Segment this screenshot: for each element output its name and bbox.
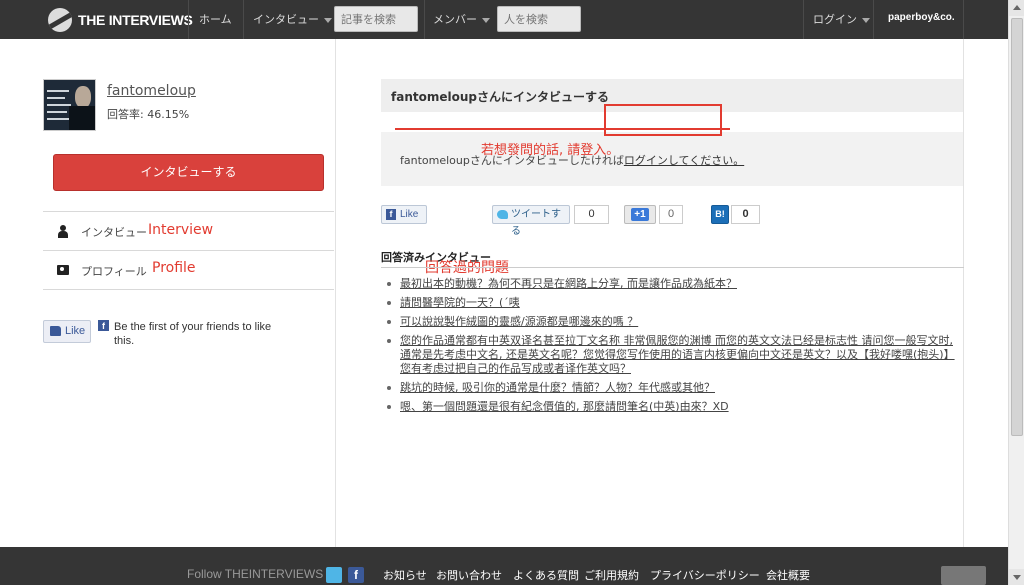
nav-interview-label: インタビュー — [253, 13, 319, 26]
facebook-like-small-button[interactable]: f Like — [381, 205, 427, 224]
footer-link-faq[interactable]: よくある質問 — [513, 567, 579, 583]
nav-member-label: メンバー — [433, 13, 477, 26]
scroll-down-icon[interactable] — [1009, 569, 1024, 585]
nav-divider — [873, 0, 874, 39]
annotation-profile: Profile — [152, 260, 196, 276]
sidebar-item-profile[interactable]: プロフィール Profile — [43, 251, 334, 289]
footer-link-privacy[interactable]: プライバシーポリシー — [650, 567, 760, 583]
login-dropdown[interactable]: ログイン — [813, 0, 870, 39]
tweet-label: ツイートする — [511, 209, 561, 237]
avatar[interactable] — [43, 79, 96, 131]
scrollbar-thumb[interactable] — [1011, 18, 1023, 436]
sidebar-item-interview[interactable]: インタビュー Interview — [43, 212, 334, 250]
footer-link-contact[interactable]: お問い合わせ — [436, 567, 502, 583]
nav-member-dropdown[interactable]: メンバー — [433, 0, 490, 39]
footer-link-terms[interactable]: ご利用規約 — [584, 567, 639, 583]
plus-one-count: 0 — [659, 205, 683, 224]
search-articles-input[interactable] — [334, 6, 418, 32]
divider — [43, 289, 334, 290]
top-nav: THE INTERVIEWS ホーム インタビュー メンバー ログイン pape… — [0, 0, 1008, 39]
search-people-input[interactable] — [497, 6, 581, 32]
tweet-button[interactable]: ツイートする — [492, 205, 570, 237]
hatena-bookmark-button[interactable]: B! — [711, 205, 729, 224]
login-link[interactable]: ログインしてください。 — [624, 154, 744, 167]
login-label: ログイン — [813, 13, 857, 26]
question-link[interactable]: 嗯、第一個問題還是很有紀念價值的, 那麼請問筆名(中英)由來？XD — [387, 400, 959, 414]
answer-rate: 回答率: 46.15% — [107, 108, 190, 121]
nav-interview-dropdown[interactable]: インタビュー — [253, 0, 332, 39]
facebook-icon: f — [386, 209, 396, 220]
follow-label: Follow THEINTERVIEWS — [187, 567, 324, 581]
twitter-icon[interactable] — [326, 567, 342, 583]
nav-divider — [803, 0, 804, 39]
profile-sidebar: fantomeloup 回答率: 46.15% インタビューする インタビュー … — [0, 39, 335, 547]
like-label: Like — [65, 325, 86, 337]
sidebar-item-label: インタビュー — [81, 226, 147, 239]
footer-link-company[interactable]: 会社概要 — [766, 567, 810, 583]
person-icon — [57, 225, 69, 238]
back-to-top-button[interactable] — [941, 566, 986, 585]
page-title: fantomeloupさんにインタビューする — [391, 90, 609, 104]
google-plus-button[interactable]: +1 — [624, 205, 656, 224]
annotation-login: 若想發問的話, 請登入。 — [481, 143, 620, 158]
question-link[interactable]: 跳坑的時候, 吸引你的通常是什麼？情節？人物？年代感或其他？ — [387, 381, 959, 395]
facebook-friends-text: Be the first of your friends to like thi… — [114, 321, 272, 347]
chevron-down-icon — [862, 17, 870, 23]
question-link[interactable]: 最初出本的動機？為何不再只是在網路上分享, 而是讓作品成為紙本？ — [387, 277, 959, 291]
id-card-icon — [57, 265, 69, 275]
annotation-box — [604, 104, 722, 136]
plus-one-label: +1 — [631, 208, 649, 221]
facebook-like-button[interactable]: Like — [43, 320, 91, 343]
logo-text: THE INTERVIEWS — [78, 12, 193, 28]
nav-home-link[interactable]: ホーム — [199, 0, 232, 39]
logo-icon — [48, 8, 72, 32]
username-link[interactable]: fantomeloup — [107, 83, 196, 99]
annotation-interview: Interview — [148, 222, 214, 238]
tweet-count: 0 — [574, 205, 609, 224]
paperboy-logo[interactable]: paperboy&co. — [888, 12, 955, 23]
question-link[interactable]: 您的作品通常都有中英双译名甚至拉丁文名称 非常佩服您的渊博 而您的英文文法已经是… — [387, 334, 959, 376]
nav-divider — [188, 0, 189, 39]
annotation-underline — [395, 128, 730, 130]
sidebar-item-label: プロフィール — [81, 265, 147, 278]
facebook-icon[interactable]: f — [348, 567, 364, 583]
site-logo[interactable]: THE INTERVIEWS — [48, 8, 193, 32]
page-content: fantomeloup 回答率: 46.15% インタビューする インタビュー … — [0, 39, 1008, 547]
nav-divider — [963, 0, 964, 39]
scrollbar[interactable] — [1008, 0, 1024, 585]
thumbs-up-icon — [50, 326, 61, 336]
column-divider — [335, 39, 336, 547]
login-notice: fantomeloupさんにインタビューしたければログインしてください。 — [381, 132, 963, 186]
divider — [381, 267, 964, 268]
answered-list: 最初出本的動機？為何不再只是在網路上分享, 而是讓作品成為紙本？ 請問醫學院的一… — [387, 277, 959, 419]
footer-link-news[interactable]: お知らせ — [383, 567, 427, 583]
nav-divider — [424, 0, 425, 39]
question-link[interactable]: 可以說說製作絨圖的靈感/源源都是哪邊來的嗎 ？ — [387, 315, 959, 329]
hatena-count: 0 — [731, 205, 760, 224]
scroll-up-icon[interactable] — [1009, 0, 1024, 16]
footer: Follow THEINTERVIEWS f お知らせ お問い合わせ よくある質… — [0, 547, 1008, 585]
like-label: Like — [400, 209, 419, 220]
chevron-down-icon — [324, 17, 332, 23]
column-divider — [963, 39, 964, 547]
facebook-icon: f — [98, 320, 109, 331]
question-link[interactable]: 請問醫學院的一天？(ˊ咦 — [387, 296, 959, 310]
twitter-bird-icon — [497, 210, 508, 219]
chevron-down-icon — [482, 17, 490, 23]
nav-divider — [243, 0, 244, 39]
interview-button[interactable]: インタビューする — [53, 154, 324, 191]
